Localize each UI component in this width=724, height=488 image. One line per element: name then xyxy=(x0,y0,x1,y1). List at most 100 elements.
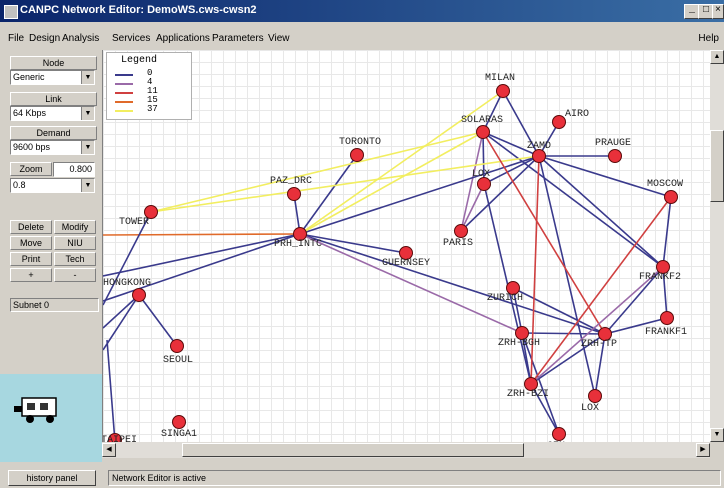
overview-thumbnail[interactable] xyxy=(0,374,102,462)
menu-view[interactable]: View xyxy=(268,33,290,44)
zoom-button[interactable]: Zoom xyxy=(10,162,52,176)
menu-applications[interactable]: Applications xyxy=(156,33,210,44)
zoom-in-button[interactable]: + xyxy=(10,268,52,282)
node-label: AIRO xyxy=(565,109,589,120)
network-node[interactable] xyxy=(454,224,468,238)
node-label: LOX xyxy=(581,403,599,414)
network-node[interactable] xyxy=(660,311,674,325)
scroll-down-icon[interactable]: ▼ xyxy=(710,428,724,442)
node-label: PRAUGE xyxy=(595,138,631,149)
scroll-up-icon[interactable]: ▲ xyxy=(710,50,724,64)
zoom-out-button[interactable]: - xyxy=(54,268,96,282)
window-title: CANPC Network Editor: DemoWS.cws-cwsn2 xyxy=(20,4,257,16)
network-node[interactable] xyxy=(664,190,678,204)
menu-file[interactable]: File xyxy=(8,33,24,44)
print-button[interactable]: Print xyxy=(10,252,52,266)
node-label: FRANKF1 xyxy=(645,327,687,338)
network-link[interactable] xyxy=(662,196,672,268)
node-label: ZAMD xyxy=(527,141,551,152)
menu-parameters[interactable]: Parameters xyxy=(212,33,264,44)
node-label: SOLARAS xyxy=(461,115,503,126)
node-label: PARIS xyxy=(443,238,473,249)
network-node[interactable] xyxy=(476,125,490,139)
node-label: ZRH-BZI xyxy=(507,389,549,400)
horizontal-scrollbar[interactable]: ◀ ▶ xyxy=(102,442,710,458)
network-map[interactable]: MILAN AIRO SOLARAS PRAUGE ZAMD LOX TORONTO PARI… xyxy=(103,50,711,442)
network-canvas[interactable]: MILAN AIRO SOLARAS PRAUGE ZAMD LOX TORONTO PARI… xyxy=(102,50,711,442)
node-label: MILAN xyxy=(485,73,515,84)
network-node[interactable] xyxy=(350,148,364,162)
modify-button[interactable]: Modify xyxy=(54,220,96,234)
move-button[interactable]: Move xyxy=(10,236,52,250)
network-link[interactable] xyxy=(460,183,485,232)
network-link[interactable] xyxy=(106,339,116,442)
app-icon xyxy=(4,5,18,19)
node-label: TAIPEI xyxy=(103,435,137,442)
link-label: Link xyxy=(10,92,97,106)
legend-value: 37 xyxy=(147,104,158,114)
horizontal-scroll-thumb[interactable] xyxy=(182,443,524,457)
link-type-value: 64 Kbps xyxy=(13,108,47,118)
network-node[interactable] xyxy=(170,339,184,353)
zoom-select[interactable]: 0.8 ▼ xyxy=(10,178,95,193)
status-message: Network Editor is active xyxy=(108,470,721,486)
network-link[interactable] xyxy=(103,233,301,302)
legend-item: 37 xyxy=(107,104,191,115)
network-link[interactable] xyxy=(530,266,664,385)
network-link[interactable] xyxy=(103,233,301,236)
menu-services[interactable]: Services xyxy=(112,33,150,44)
vertical-scrollbar[interactable]: ▲ ▼ xyxy=(710,50,724,442)
history-panel-button[interactable]: history panel xyxy=(8,470,96,486)
network-node[interactable] xyxy=(496,84,510,98)
chevron-down-icon[interactable]: ▼ xyxy=(81,71,94,84)
network-node[interactable] xyxy=(172,415,186,429)
chevron-down-icon[interactable]: ▼ xyxy=(81,179,94,192)
network-node[interactable] xyxy=(552,427,566,441)
network-node[interactable] xyxy=(588,389,602,403)
node-label: GUERNSEY xyxy=(382,258,430,269)
demand-select[interactable]: 9600 bps ▼ xyxy=(10,140,95,155)
node-label: ZURICH xyxy=(487,293,523,304)
network-link[interactable] xyxy=(538,155,672,198)
menu-help[interactable]: Help xyxy=(698,33,719,44)
demand-value: 9600 bps xyxy=(13,142,51,152)
menu-bar: File Design Analysis Services Applicatio… xyxy=(0,32,724,48)
network-node[interactable] xyxy=(287,187,301,201)
niu-button[interactable]: NIU xyxy=(54,236,96,250)
zoom-input[interactable]: 0.800 xyxy=(53,162,95,177)
node-label: Node xyxy=(10,56,97,70)
node-type-select[interactable]: Generic ▼ xyxy=(10,70,95,85)
network-link[interactable] xyxy=(138,294,178,347)
chevron-down-icon[interactable]: ▼ xyxy=(81,107,94,120)
node-label: ZRH-TP xyxy=(581,339,617,350)
network-link[interactable] xyxy=(299,154,358,235)
scroll-right-icon[interactable]: ▶ xyxy=(696,443,710,457)
network-link[interactable] xyxy=(103,233,301,277)
delete-button[interactable]: Delete xyxy=(10,220,52,234)
chevron-down-icon[interactable]: ▼ xyxy=(81,141,94,154)
tech-button[interactable]: Tech xyxy=(54,252,96,266)
network-node[interactable] xyxy=(552,115,566,129)
network-link[interactable] xyxy=(530,155,540,385)
menu-analysis[interactable]: Analysis xyxy=(62,33,99,44)
network-node[interactable] xyxy=(608,149,622,163)
network-link[interactable] xyxy=(299,233,606,335)
node-label: TOWER xyxy=(119,217,149,228)
menu-design[interactable]: Design xyxy=(29,33,60,44)
link-type-select[interactable]: 64 Kbps ▼ xyxy=(10,106,95,121)
node-label: SINGA1 xyxy=(161,429,197,440)
network-link[interactable] xyxy=(538,155,664,268)
node-label: ZRH-BGH xyxy=(498,338,540,349)
subnet-field[interactable]: Subnet 0 xyxy=(10,298,99,312)
scroll-left-icon[interactable]: ◀ xyxy=(102,443,116,457)
vertical-scroll-thumb[interactable] xyxy=(710,130,724,202)
network-link[interactable] xyxy=(460,155,540,232)
node-type-value: Generic xyxy=(13,72,45,82)
network-link[interactable] xyxy=(521,332,606,335)
network-node[interactable] xyxy=(132,288,146,302)
close-button[interactable]: × xyxy=(712,4,724,19)
node-label: TORONTO xyxy=(339,137,381,148)
network-truck-icon xyxy=(14,397,57,423)
network-link[interactable] xyxy=(299,90,504,235)
network-link[interactable] xyxy=(482,131,664,268)
